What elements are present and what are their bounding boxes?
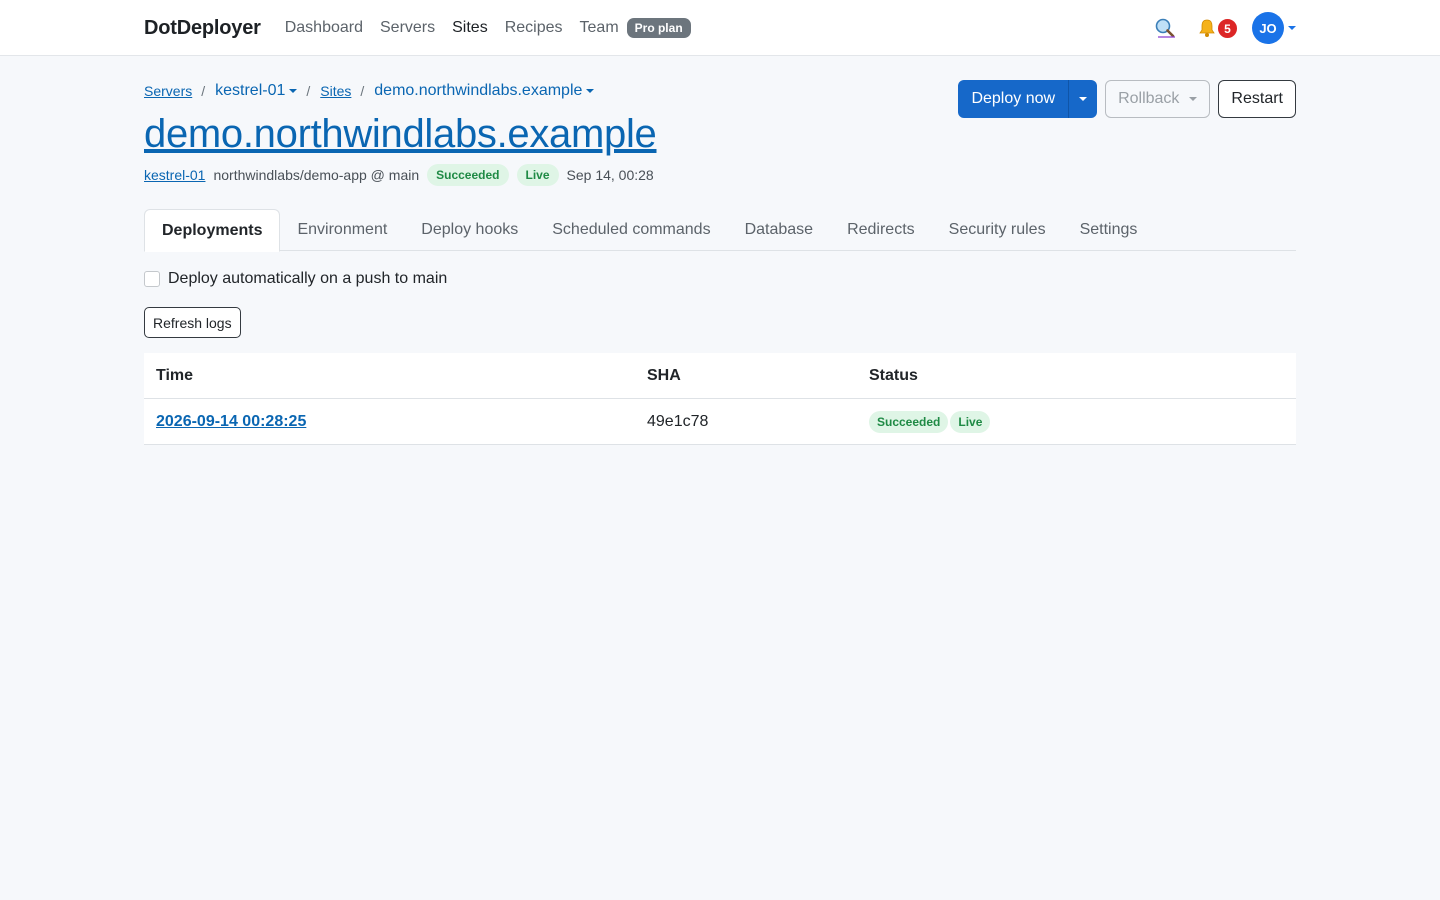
column-header-time: Time bbox=[156, 366, 194, 384]
chevron-down-icon bbox=[289, 89, 298, 93]
notification-count-badge: 5 bbox=[1216, 17, 1239, 40]
site-actions: Deploy now Rollback Restart bbox=[958, 80, 1296, 118]
table-header: Time SHA Status bbox=[144, 353, 1296, 399]
deployment-time-link[interactable]: 2026-09-14 00:28:25 bbox=[156, 413, 306, 430]
nav-link-recipes[interactable]: Recipes bbox=[505, 19, 563, 37]
nav-link-servers[interactable]: Servers bbox=[380, 19, 435, 37]
breadcrumb-separator: / bbox=[201, 83, 206, 99]
breadcrumb-server-label: kestrel-01 bbox=[215, 82, 286, 99]
deploy-button-group: Deploy now bbox=[958, 80, 1098, 118]
last-deploy-timestamp: Sep 14, 00:28 bbox=[566, 167, 654, 183]
top-navbar: DotDeployer Dashboard Servers Sites Reci… bbox=[0, 0, 1440, 56]
tab-environment[interactable]: Environment bbox=[280, 209, 404, 251]
breadcrumb-sites-link[interactable]: Sites bbox=[320, 83, 351, 99]
brand-logo[interactable]: DotDeployer bbox=[144, 17, 261, 40]
nav-link-dashboard[interactable]: Dashboard bbox=[285, 19, 363, 37]
search-icon[interactable] bbox=[1152, 15, 1178, 41]
server-link[interactable]: kestrel-01 bbox=[144, 167, 205, 183]
breadcrumb-server-dropdown[interactable]: kestrel-01 bbox=[215, 82, 298, 100]
repo-branch: northwindlabs/demo-app @ main bbox=[213, 167, 420, 183]
nav-right-group: 5 JO bbox=[1152, 12, 1296, 44]
table-row: 2026-09-14 00:28:25 49e1c78 Succeeded Li… bbox=[144, 399, 1296, 445]
column-header-status: Status bbox=[869, 366, 918, 384]
deployment-sha: 49e1c78 bbox=[647, 412, 709, 430]
tab-settings[interactable]: Settings bbox=[1063, 209, 1155, 251]
tab-deploy-hooks[interactable]: Deploy hooks bbox=[404, 209, 535, 251]
restart-button[interactable]: Restart bbox=[1218, 80, 1296, 118]
deployments-table: Time SHA Status 2026-09-14 00:28:25 49e1… bbox=[144, 353, 1296, 445]
deploy-options-toggle[interactable] bbox=[1068, 80, 1098, 118]
rollback-button: Rollback bbox=[1105, 80, 1211, 118]
tab-security-rules[interactable]: Security rules bbox=[932, 209, 1063, 251]
chevron-down-icon bbox=[1189, 97, 1198, 101]
avatar: JO bbox=[1252, 12, 1284, 44]
nav-link-sites[interactable]: Sites bbox=[452, 19, 488, 37]
breadcrumb-separator: / bbox=[360, 83, 365, 99]
breadcrumb: Servers / kestrel-01 / Sites / demo.nort… bbox=[144, 82, 595, 100]
status-badge: Succeeded bbox=[869, 410, 949, 433]
chevron-down-icon bbox=[1288, 26, 1296, 30]
auto-deploy-toggle[interactable]: Deploy automatically on a push to main bbox=[144, 270, 447, 288]
rollback-label: Rollback bbox=[1118, 90, 1180, 107]
nav-link-team[interactable]: Team bbox=[580, 19, 619, 37]
page-title[interactable]: demo.northwindlabs.example bbox=[144, 112, 657, 157]
breadcrumb-site-label: demo.northwindlabs.example bbox=[374, 82, 583, 99]
plan-badge: Pro plan bbox=[626, 18, 691, 38]
breadcrumb-separator: / bbox=[306, 83, 311, 99]
chevron-down-icon bbox=[586, 89, 595, 93]
tab-redirects[interactable]: Redirects bbox=[830, 209, 932, 251]
status-badge: Succeeded bbox=[427, 164, 509, 186]
tab-scheduled-commands[interactable]: Scheduled commands bbox=[535, 209, 727, 251]
tab-deployments[interactable]: Deployments bbox=[144, 209, 281, 252]
site-meta: kestrel-01 northwindlabs/demo-app @ main… bbox=[144, 164, 654, 186]
live-badge: Live bbox=[516, 164, 559, 186]
column-header-sha: SHA bbox=[647, 366, 681, 384]
chevron-down-icon bbox=[1079, 97, 1088, 101]
live-badge: Live bbox=[950, 410, 991, 433]
deployment-status-cell: Succeeded Live bbox=[857, 410, 1296, 433]
breadcrumb-servers-link[interactable]: Servers bbox=[144, 83, 192, 99]
bell-icon[interactable]: 5 bbox=[1194, 15, 1239, 41]
site-tabs: Deployments Environment Deploy hooks Sch… bbox=[144, 209, 1296, 252]
refresh-logs-button[interactable]: Refresh logs bbox=[144, 307, 241, 338]
auto-deploy-checkbox[interactable] bbox=[144, 271, 160, 287]
user-menu-toggle[interactable]: JO bbox=[1252, 12, 1296, 44]
deploy-now-button[interactable]: Deploy now bbox=[958, 80, 1069, 118]
deployment-time-cell: 2026-09-14 00:28:25 bbox=[144, 413, 635, 431]
tab-database[interactable]: Database bbox=[728, 209, 831, 251]
auto-deploy-label: Deploy automatically on a push to main bbox=[168, 270, 448, 287]
breadcrumb-site-dropdown[interactable]: demo.northwindlabs.example bbox=[374, 82, 595, 100]
